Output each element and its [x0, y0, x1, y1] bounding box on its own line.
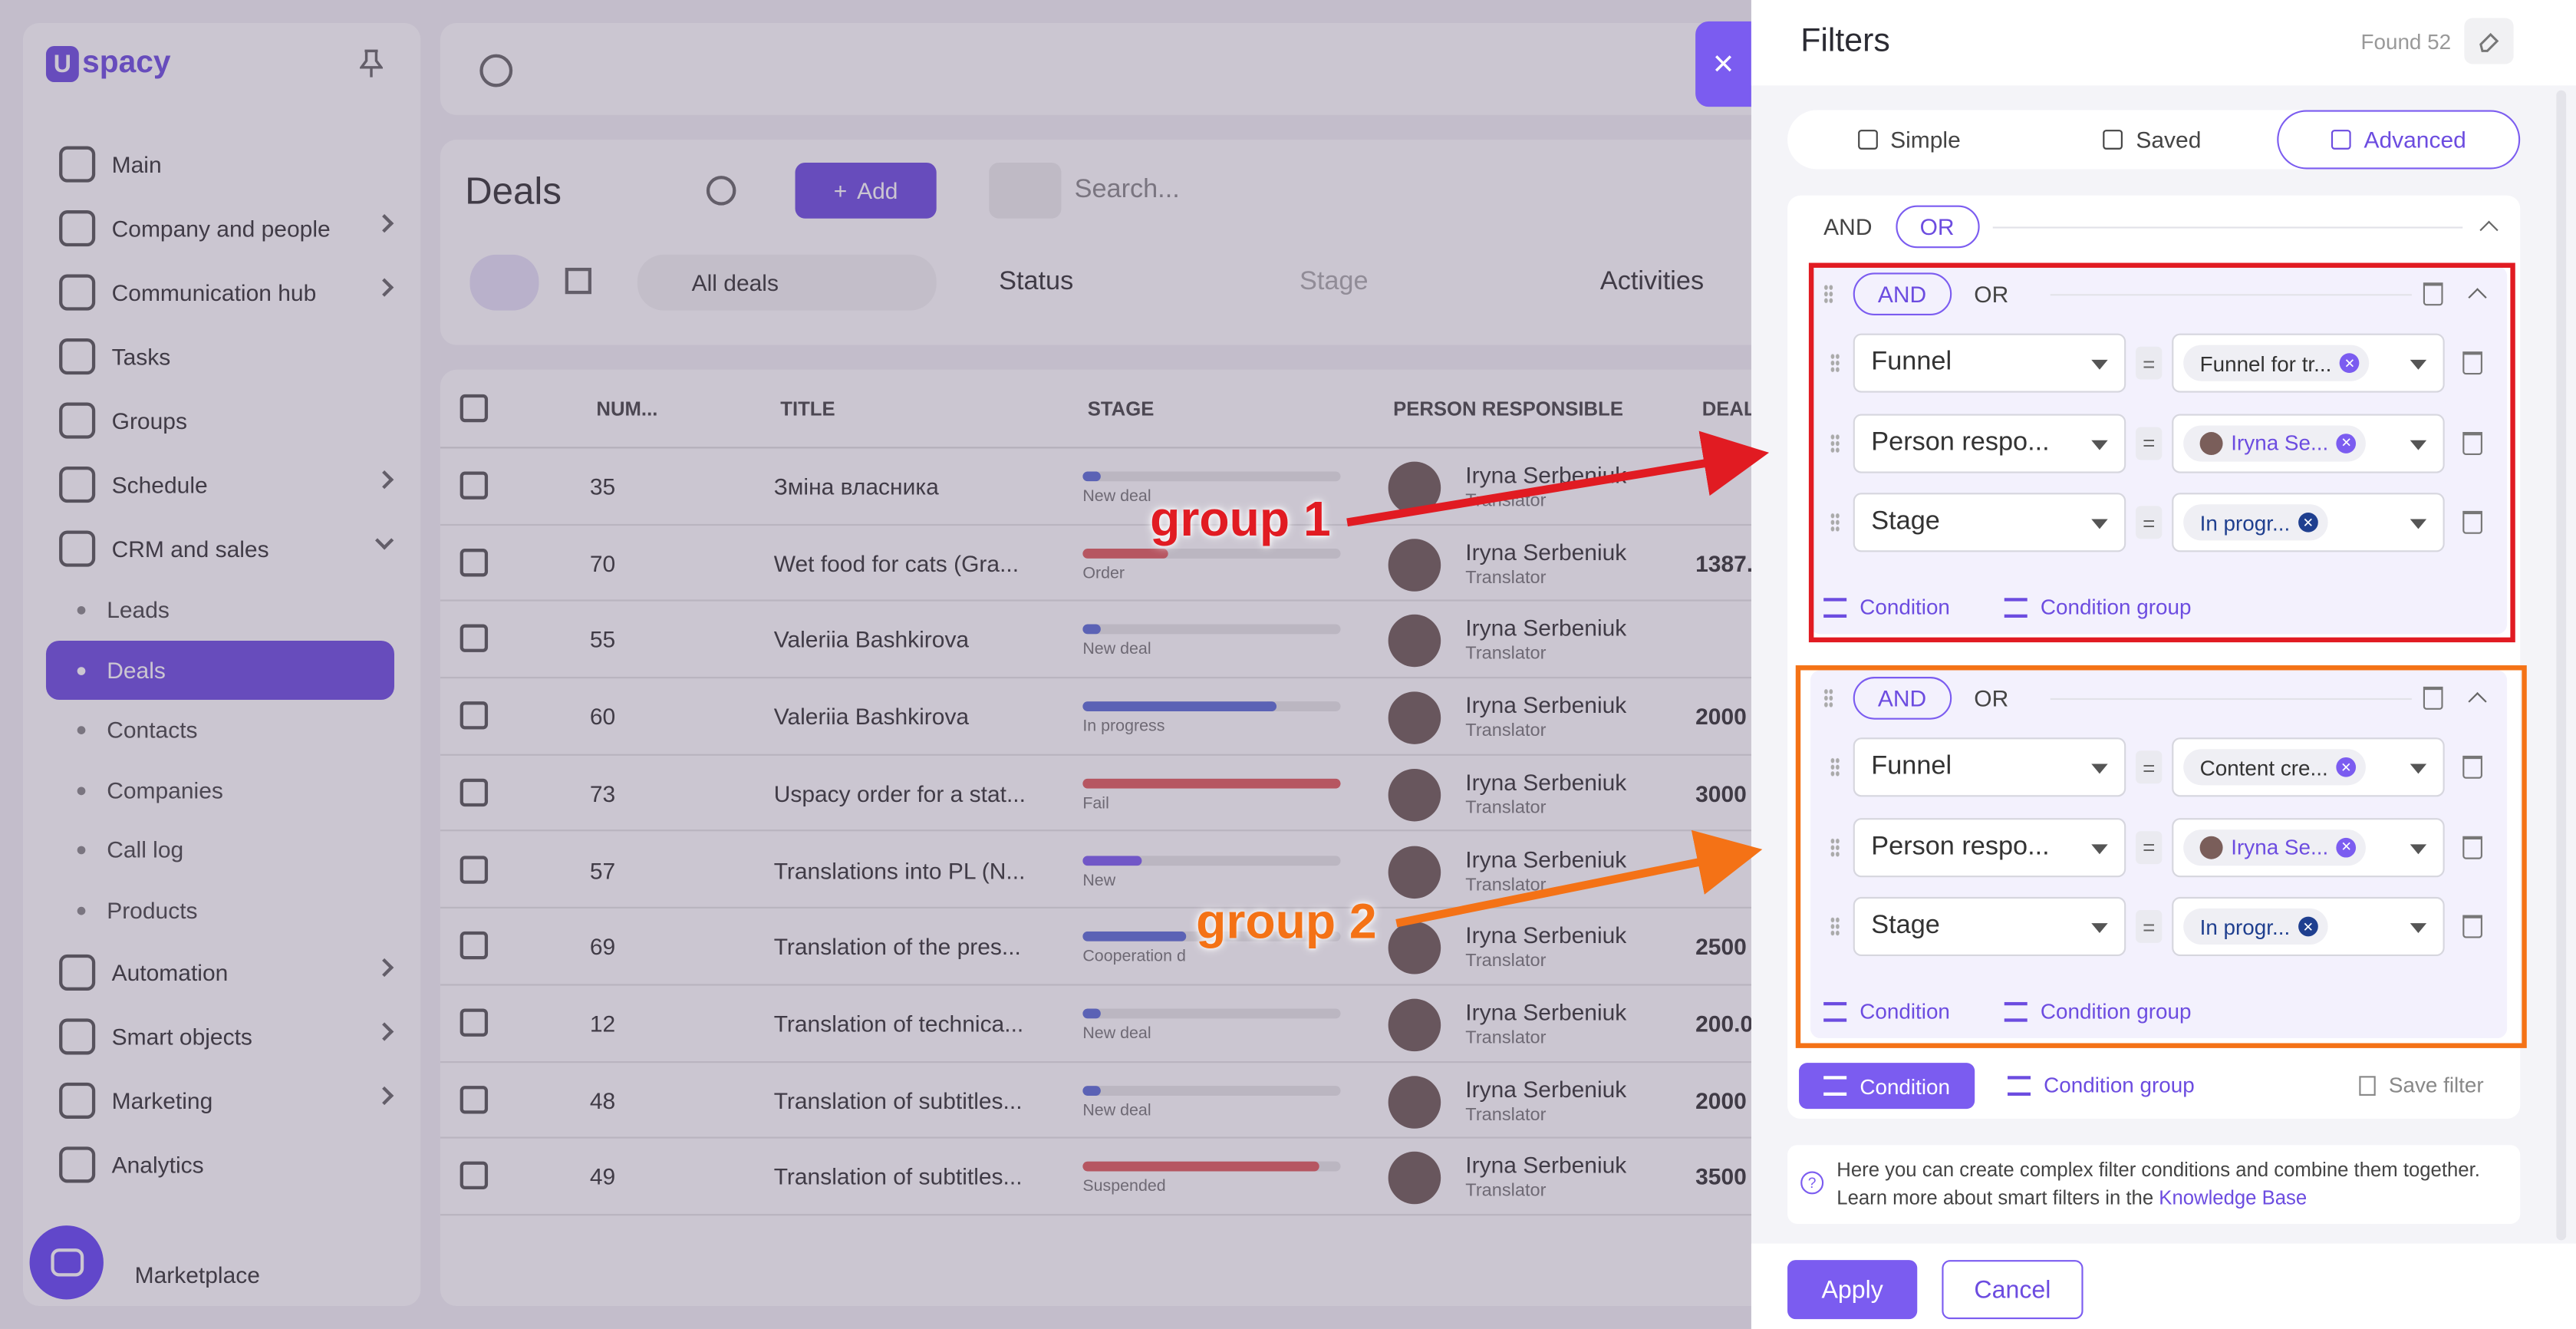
tab-label: Saved	[2136, 126, 2202, 153]
add-group-icon	[2008, 1075, 2031, 1095]
save-filter-label: Save filter	[2388, 1073, 2484, 1098]
group-1-label: group 1	[1150, 493, 1331, 547]
tab-saved[interactable]: Saved	[2031, 110, 2274, 169]
tab-label: Simple	[1890, 126, 1961, 153]
advanced-filter-icon	[2331, 130, 2351, 150]
filters-header: Filters Found 52	[1751, 0, 2576, 86]
sliders-icon	[1857, 130, 1877, 150]
question-icon: ?	[1800, 1171, 1824, 1195]
group-2-highlight	[1795, 665, 2527, 1048]
close-filters-button[interactable]: ×	[1695, 21, 1751, 107]
tab-advanced[interactable]: Advanced	[2277, 110, 2521, 170]
root-logic-toggle: AND OR	[1800, 205, 1979, 249]
root-or-option[interactable]: OR	[1895, 205, 1979, 249]
eraser-icon	[2479, 32, 2499, 52]
group-1-highlight	[1808, 262, 2515, 643]
close-icon: ×	[1712, 42, 1734, 84]
add-condition-group-button[interactable]: Condition group	[2008, 1073, 2195, 1097]
save-filter-button[interactable]: Save filter	[2359, 1073, 2484, 1098]
scrollbar[interactable]	[2556, 90, 2567, 1241]
collapse-icon[interactable]	[2479, 220, 2499, 239]
cancel-button[interactable]: Cancel	[1942, 1260, 2084, 1320]
apply-button[interactable]: Apply	[1787, 1260, 1918, 1320]
add-group-label: Condition group	[2044, 1073, 2195, 1098]
filter-mode-tabs: Simple Saved Advanced	[1787, 110, 2521, 170]
add-condition-button[interactable]: Condition	[1799, 1063, 1975, 1110]
knowledge-base-link[interactable]: Knowledge Base	[2159, 1186, 2307, 1209]
bookmark-icon	[2359, 1075, 2376, 1095]
group-2-label: group 2	[1196, 895, 1377, 950]
divider	[1992, 226, 2463, 229]
info-box: ? Here you can create complex filter con…	[1787, 1145, 2521, 1224]
tab-simple[interactable]: Simple	[1787, 110, 2031, 169]
found-count: Found 52	[2360, 29, 2452, 54]
tab-label: Advanced	[2364, 126, 2466, 153]
filters-panel: Filters Found 52 Simple Saved Advanced A…	[1751, 0, 2576, 1329]
add-condition-icon	[1823, 1076, 1847, 1096]
add-condition-label: Condition	[1860, 1073, 1951, 1099]
clear-filters-button[interactable]	[2464, 18, 2514, 64]
filters-title: Filters	[1800, 22, 1890, 60]
root-and-option[interactable]: AND	[1800, 206, 1895, 249]
bookmark-icon	[2103, 130, 2123, 150]
